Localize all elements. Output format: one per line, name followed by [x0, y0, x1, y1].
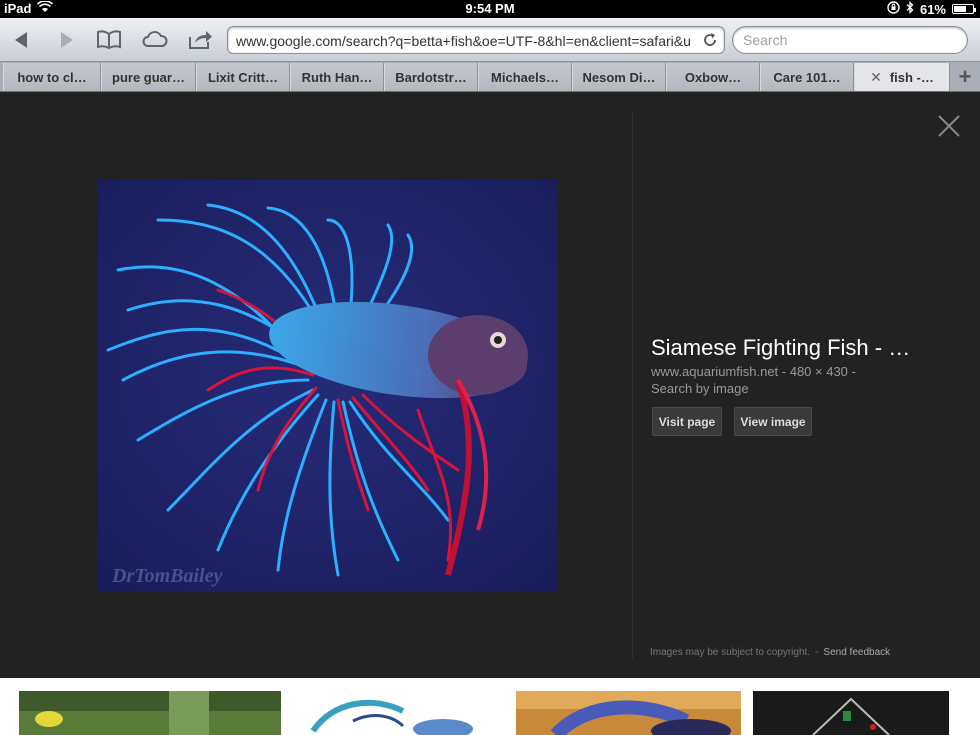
back-button[interactable]: [6, 26, 38, 54]
tab-label: Oxbow…: [684, 69, 742, 85]
browser-toolbar: www.google.com/search?q=betta+fish&oe=UT…: [0, 18, 980, 62]
tab-2[interactable]: pure guar…: [101, 63, 196, 91]
reload-icon[interactable]: [702, 32, 718, 53]
tab-label: pure guar…: [112, 69, 185, 85]
tab-close-icon[interactable]: ✕: [870, 69, 882, 86]
tab-active[interactable]: ✕ fish -…: [854, 63, 950, 91]
result-thumbnail[interactable]: [516, 691, 741, 735]
tab-label: how to cl…: [17, 69, 87, 85]
close-icon: [938, 115, 960, 137]
tab-label: Bardotstr…: [395, 69, 467, 85]
tab-label: Care 101…: [773, 69, 841, 85]
result-thumbnail[interactable]: [19, 691, 281, 735]
address-bar[interactable]: www.google.com/search?q=betta+fish&oe=UT…: [227, 26, 725, 54]
image-source-meta: www.aquariumfish.net - 480 × 430 -: [651, 364, 856, 379]
tab-8[interactable]: Oxbow…: [666, 63, 760, 91]
tab-7[interactable]: Nesom Di…: [572, 63, 666, 91]
tab-bar: how to cl… pure guar… Lixit Critt… Ruth …: [0, 62, 980, 92]
result-thumbnail[interactable]: [753, 691, 949, 735]
panel-divider: [632, 113, 633, 658]
status-bar: iPad 9:54 PM 61%: [0, 0, 980, 18]
url-text: www.google.com/search?q=betta+fish&oe=UT…: [236, 33, 691, 49]
result-thumbnail[interactable]: [293, 691, 503, 735]
footer-separator: -: [815, 647, 819, 658]
tab-6[interactable]: Michaels…: [478, 63, 572, 91]
copyright-footer: Images may be subject to copyright. - Send…: [650, 647, 890, 658]
tab-label: fish -…: [889, 69, 934, 85]
watermark: DrTomBailey: [111, 565, 222, 587]
clock: 9:54 PM: [465, 1, 515, 16]
close-viewer-button[interactable]: [936, 113, 962, 139]
tab-label: Ruth Han…: [301, 69, 373, 85]
share-icon: [189, 31, 212, 49]
tab-9[interactable]: Care 101…: [760, 63, 854, 91]
preview-image[interactable]: DrTomBailey: [98, 180, 558, 592]
share-button[interactable]: [184, 26, 216, 54]
back-arrow-icon: [15, 32, 27, 48]
copyright-notice: Images may be subject to copyright.: [650, 647, 811, 658]
send-feedback-link[interactable]: Send feedback: [823, 647, 890, 658]
search-field[interactable]: [732, 26, 968, 54]
tab-4[interactable]: Ruth Han…: [290, 63, 384, 91]
new-tab-button[interactable]: +: [950, 63, 980, 91]
search-by-image-link[interactable]: Search by image: [651, 381, 749, 396]
results-strip: [0, 678, 980, 735]
cloud-icon: [142, 31, 168, 47]
forward-arrow-icon: [61, 32, 73, 48]
search-input[interactable]: [743, 32, 953, 48]
visit-page-button[interactable]: Visit page: [652, 407, 722, 436]
image-viewer-panel: DrTomBailey Siamese Fighting Fish - … ww…: [0, 93, 980, 678]
tab-label: Michaels…: [491, 69, 559, 85]
image-title[interactable]: Siamese Fighting Fish - …: [651, 335, 941, 361]
forward-button[interactable]: [50, 26, 82, 54]
betta-fish-image: DrTomBailey: [98, 180, 558, 592]
view-image-button[interactable]: View image: [734, 407, 812, 436]
lock-rotation-icon: [887, 1, 900, 17]
book-icon: [97, 30, 121, 50]
tab-label: Nesom Di…: [582, 69, 656, 85]
battery-icon: [952, 4, 976, 14]
icloud-tabs-button[interactable]: [139, 26, 171, 54]
tab-1[interactable]: how to cl…: [3, 63, 101, 91]
bookmarks-button[interactable]: [93, 26, 125, 54]
battery-percent: 61%: [919, 1, 946, 17]
bluetooth-icon: [906, 0, 914, 17]
tab-3[interactable]: Lixit Critt…: [196, 63, 290, 91]
tab-label: Lixit Critt…: [207, 69, 279, 85]
tab-5[interactable]: Bardotstr…: [384, 63, 478, 91]
